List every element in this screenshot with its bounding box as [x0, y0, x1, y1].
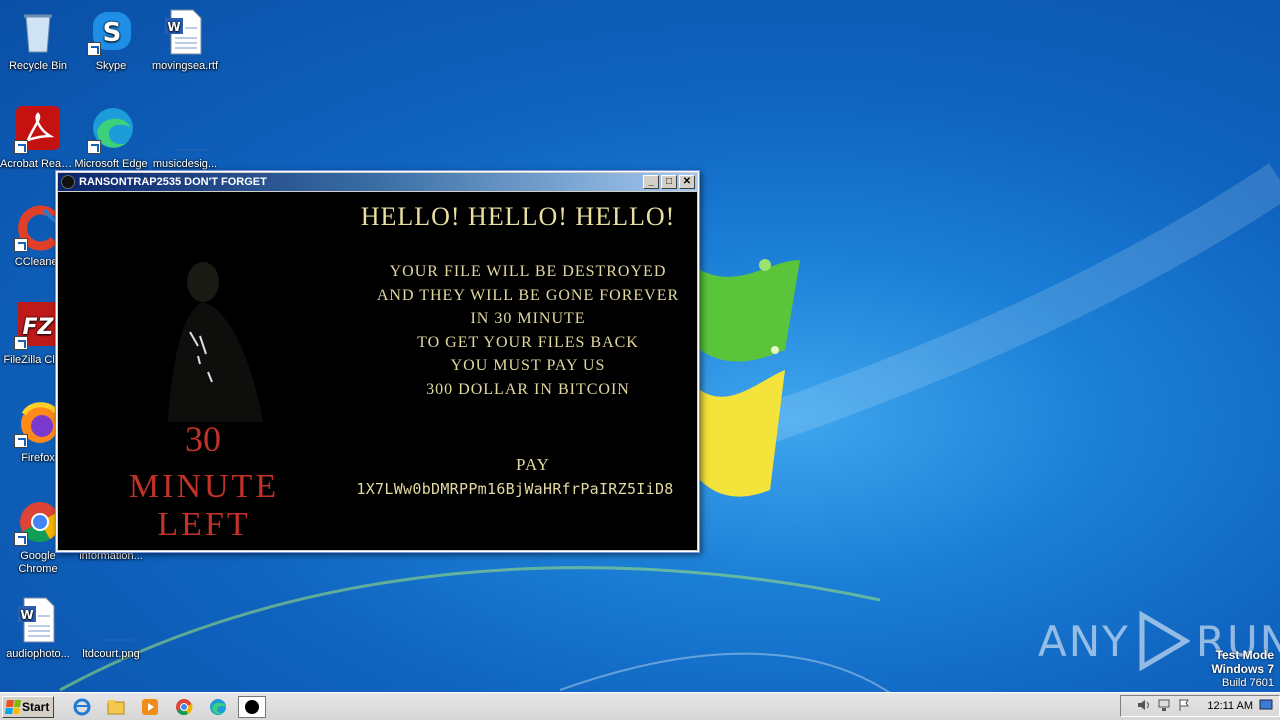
acrobat-icon	[14, 106, 62, 154]
countdown-label: MINUTE LEFT	[128, 468, 280, 543]
bitcoin-address[interactable]: 1X7LWw0bDMRPPm16BjWaHRfrPaIRZ5IiD8	[340, 480, 690, 498]
shortcut-arrow-icon	[14, 434, 28, 448]
message-line: 300 DOLLAR IN BITCOIN	[426, 380, 630, 398]
desktop-icon-label: Skype	[95, 60, 127, 72]
windows-logo-wallpaper	[700, 259, 800, 497]
desktop-icon-label: Google Chrome	[18, 550, 58, 575]
chrome-icon[interactable]	[170, 696, 198, 718]
window-title: RANSONTRAP2535 DON'T FORGET	[79, 176, 267, 188]
os-test-mode-info: Test Mode Windows 7 Build 7601	[1211, 648, 1274, 690]
ransom-message: YOUR FILE WILL BE DESTROYED AND THEY WIL…	[358, 260, 697, 401]
recycle-bin-icon	[14, 8, 62, 56]
edge-icon	[87, 106, 135, 154]
shortcut-arrow-icon	[14, 336, 28, 350]
minimize-button[interactable]: _	[643, 175, 659, 189]
play-icon	[1139, 611, 1190, 671]
close-button[interactable]: ✕	[679, 175, 695, 189]
word-document-icon: W	[161, 8, 209, 56]
skype-icon: S	[87, 8, 135, 56]
media-player-icon[interactable]	[136, 696, 164, 718]
ransom-headline: HELLO! HELLO! HELLO!	[360, 202, 676, 231]
start-button[interactable]: Start	[2, 695, 54, 718]
edge-icon[interactable]	[204, 696, 232, 718]
network-icon[interactable]	[1157, 698, 1171, 715]
shortcut-arrow-icon	[14, 238, 28, 252]
message-line: YOUR FILE WILL BE DESTROYED	[389, 263, 667, 280]
message-line: TO GET YOUR FILES BACK	[417, 333, 639, 351]
svg-text:S: S	[103, 18, 122, 48]
pay-label: PAY	[516, 455, 550, 474]
shortcut-arrow-icon	[87, 42, 101, 56]
desktop-icon-acrobat[interactable]: Acrobat Reader DC	[0, 106, 76, 171]
explorer-icon[interactable]	[102, 696, 130, 718]
desktop-icon-label: ltdcourt.png	[82, 648, 140, 660]
watermark-left-text: ANY	[1038, 616, 1130, 666]
desktop-icon-movingsea[interactable]: W movingsea.rtf	[147, 8, 223, 73]
message-line: YOU MUST PAY US	[450, 357, 606, 374]
desktop-icon-musicdesig[interactable]: musicdesig...	[147, 106, 223, 171]
ie-icon[interactable]	[68, 696, 96, 718]
desktop-icon-edge[interactable]: Microsoft Edge	[73, 106, 149, 171]
windows-version-label: Windows 7	[1211, 662, 1274, 676]
desktop-icon-ltdcourt[interactable]: ltdcourt.png	[73, 596, 149, 661]
desktop-icon-label: Recycle Bin	[8, 60, 68, 72]
windows-flag-icon	[5, 699, 21, 714]
app-icon	[61, 175, 75, 189]
test-mode-label: Test Mode	[1215, 648, 1274, 662]
desktop-icon-audiophoto[interactable]: W audiophoto...	[0, 596, 76, 661]
ransom-content: 30 MINUTE LEFT HELLO! HELLO! HELLO! YOUR…	[58, 192, 697, 550]
word-document-icon: W	[14, 596, 62, 644]
show-desktop-icon[interactable]	[1259, 698, 1273, 715]
desktop-icon-recycle-bin[interactable]: Recycle Bin	[0, 8, 76, 73]
hooded-figure-image	[168, 262, 263, 422]
ransom-window[interactable]: RANSONTRAP2535 DON'T FORGET _ □ ✕ 30 MIN…	[55, 170, 700, 553]
svg-text:W: W	[167, 20, 180, 34]
image-file-icon	[161, 106, 219, 154]
ransom-app-taskbar-button[interactable]	[238, 695, 266, 718]
action-center-flag-icon[interactable]	[1177, 698, 1191, 715]
window-titlebar[interactable]: RANSONTRAP2535 DON'T FORGET _ □ ✕	[58, 173, 697, 191]
start-label: Start	[22, 699, 50, 714]
desktop-icon-label: audiophoto...	[6, 648, 70, 660]
image-file-icon	[87, 596, 145, 644]
system-tray: 12:11 AM	[1120, 695, 1280, 717]
desktop-icon-label: movingsea.rtf	[151, 60, 219, 72]
maximize-button[interactable]: □	[661, 175, 677, 189]
volume-icon[interactable]	[1137, 698, 1151, 715]
countdown-number: 30	[185, 419, 221, 459]
svg-text:W: W	[20, 608, 33, 622]
message-line: AND THEY WILL BE GONE FOREVER	[376, 286, 680, 304]
shortcut-arrow-icon	[14, 140, 28, 154]
shortcut-arrow-icon	[14, 532, 28, 546]
build-label: Build 7601	[1222, 677, 1274, 689]
quick-launch	[68, 695, 266, 718]
desktop-icon-skype[interactable]: S Skype	[73, 8, 149, 73]
clock[interactable]: 12:11 AM	[1207, 700, 1253, 712]
taskbar: Start 12:11 AM	[0, 692, 1280, 720]
message-line: IN 30 MINUTE	[470, 310, 586, 327]
shortcut-arrow-icon	[87, 140, 101, 154]
